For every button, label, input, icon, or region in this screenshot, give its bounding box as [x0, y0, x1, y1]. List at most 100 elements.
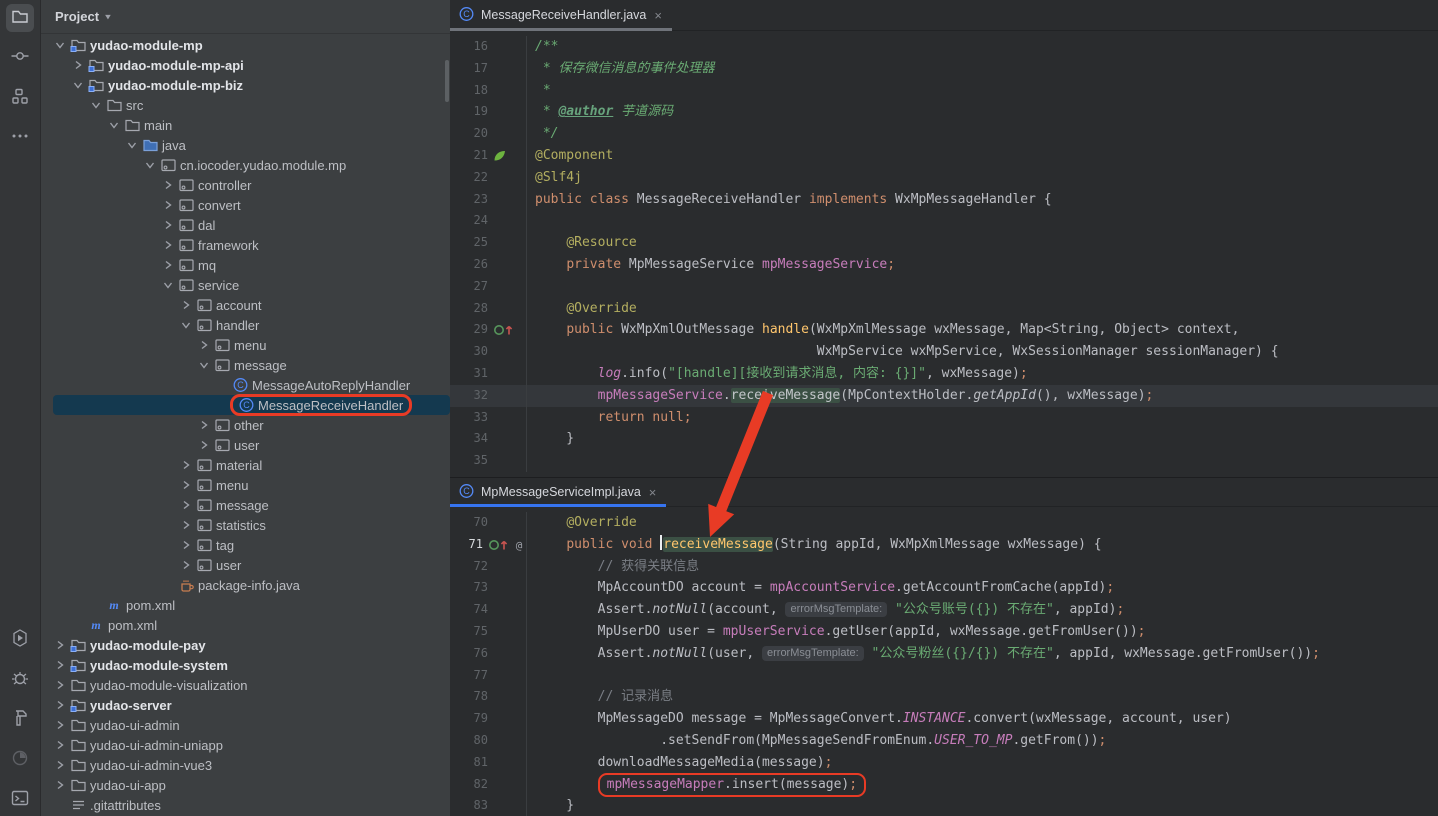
tree-item-src[interactable]: src [41, 95, 450, 115]
chevron-collapsed-icon[interactable] [51, 740, 68, 750]
code-line-29[interactable]: 29 public WxMpXmlOutMessage handle(WxMpX… [450, 319, 1438, 341]
tree-item-.gitattributes[interactable]: .gitattributes [41, 795, 450, 815]
tree-item-tag[interactable]: tag [41, 535, 450, 555]
chevron-collapsed-icon[interactable] [195, 340, 212, 350]
code-line-81[interactable]: 81 downloadMessageMedia(message); [450, 752, 1438, 774]
build-button[interactable] [6, 706, 34, 734]
chevron-collapsed-icon[interactable] [195, 420, 212, 430]
tree-item-service[interactable]: service [41, 275, 450, 295]
tree-item-main[interactable]: main [41, 115, 450, 135]
code-line-28[interactable]: 28 @Override [450, 298, 1438, 320]
more-tools-button[interactable] [6, 124, 34, 152]
close-icon[interactable]: × [654, 8, 662, 23]
chevron-collapsed-icon[interactable] [51, 700, 68, 710]
tree-item-yudao-module-pay[interactable]: yudao-module-pay [41, 635, 450, 655]
code-line-19[interactable]: 19 * @author 芋道源码 [450, 101, 1438, 123]
tree-item-yudao-module-mp-biz[interactable]: yudao-module-mp-biz [41, 75, 450, 95]
terminal-button[interactable] [6, 786, 34, 814]
code-line-18[interactable]: 18 * [450, 80, 1438, 102]
code-line-16[interactable]: 16/** [450, 36, 1438, 58]
spring-gutter-icon[interactable] [488, 148, 526, 163]
override-gutter-icon[interactable] [488, 322, 526, 338]
code-line-35[interactable]: 35 [450, 450, 1438, 472]
code-line-74[interactable]: 74 Assert.notNull(account, errorMsgTempl… [450, 599, 1438, 621]
chevron-collapsed-icon[interactable] [159, 180, 176, 190]
chevron-collapsed-icon[interactable] [51, 720, 68, 730]
code-line-78[interactable]: 78 // 记录消息 [450, 686, 1438, 708]
code-line-83[interactable]: 83 } [450, 795, 1438, 816]
tree-item-menu[interactable]: menu [41, 335, 450, 355]
code-line-79[interactable]: 79 MpMessageDO message = MpMessageConver… [450, 708, 1438, 730]
override-at-gutter-icon[interactable]: @ [483, 537, 526, 553]
tree-item-yudao-ui-admin-vue3[interactable]: yudao-ui-admin-vue3 [41, 755, 450, 775]
code-area[interactable]: 70 @Override71@ public void receiveMessa… [450, 507, 1438, 816]
chevron-collapsed-icon[interactable] [51, 640, 68, 650]
tree-item-yudao-ui-admin[interactable]: yudao-ui-admin [41, 715, 450, 735]
code-line-22[interactable]: 22@Slf4j [450, 167, 1438, 189]
code-line-27[interactable]: 27 [450, 276, 1438, 298]
code-line-17[interactable]: 17 * 保存微信消息的事件处理器 [450, 58, 1438, 80]
code-line-70[interactable]: 70 @Override [450, 512, 1438, 534]
code-line-32[interactable]: 32 mpMessageService.receiveMessage(MpCon… [450, 385, 1438, 407]
code-line-33[interactable]: 33 return null; [450, 407, 1438, 429]
tree-item-pom.xml[interactable]: mpom.xml [41, 595, 450, 615]
chevron-collapsed-icon[interactable] [159, 260, 176, 270]
code-line-21[interactable]: 21@Component [450, 145, 1438, 167]
code-line-82[interactable]: 82 mpMessageMapper.insert(message); [450, 774, 1438, 796]
code-line-31[interactable]: 31 log.info("[handle][接收到请求消息, 内容: {}]",… [450, 363, 1438, 385]
commit-tool-button[interactable] [6, 44, 34, 72]
tree-item-menu[interactable]: menu [41, 475, 450, 495]
code-line-77[interactable]: 77 [450, 665, 1438, 687]
code-line-24[interactable]: 24 [450, 210, 1438, 232]
tree-item-handler[interactable]: handler [41, 315, 450, 335]
code-line-71[interactable]: 71@ public void receiveMessage(String ap… [450, 534, 1438, 556]
tree-item-framework[interactable]: framework [41, 235, 450, 255]
profiler-button[interactable] [6, 746, 34, 774]
tree-item-mq[interactable]: mq [41, 255, 450, 275]
chevron-collapsed-icon[interactable] [177, 300, 194, 310]
chevron-expanded-icon[interactable] [105, 120, 122, 130]
chevron-collapsed-icon[interactable] [51, 660, 68, 670]
tree-item-MessageAutoReplyHandler[interactable]: CMessageAutoReplyHandler [41, 375, 450, 395]
chevron-collapsed-icon[interactable] [195, 440, 212, 450]
chevron-collapsed-icon[interactable] [177, 480, 194, 490]
project-tool-button[interactable] [6, 4, 34, 32]
tree-item-yudao-module-visualization[interactable]: yudao-module-visualization [41, 675, 450, 695]
code-line-20[interactable]: 20 */ [450, 123, 1438, 145]
chevron-collapsed-icon[interactable] [51, 780, 68, 790]
tree-item-statistics[interactable]: statistics [41, 515, 450, 535]
tree-item-dal[interactable]: dal [41, 215, 450, 235]
tree-item-message[interactable]: message [41, 495, 450, 515]
chevron-expanded-icon[interactable] [159, 280, 176, 290]
chevron-expanded-icon[interactable] [87, 100, 104, 110]
code-line-75[interactable]: 75 MpUserDO user = mpUserService.getUser… [450, 621, 1438, 643]
chevron-collapsed-icon[interactable] [177, 500, 194, 510]
code-line-73[interactable]: 73 MpAccountDO account = mpAccountServic… [450, 577, 1438, 599]
chevron-collapsed-icon[interactable] [177, 460, 194, 470]
code-area[interactable]: 16/**17 * 保存微信消息的事件处理器18 *19 * @author 芋… [450, 31, 1438, 472]
editor-tab-MpMessageServiceImpl.java[interactable]: CMpMessageServiceImpl.java× [450, 478, 666, 506]
tree-item-user[interactable]: user [41, 555, 450, 575]
tree-item-controller[interactable]: controller [41, 175, 450, 195]
chevron-collapsed-icon[interactable] [177, 540, 194, 550]
chevron-collapsed-icon[interactable] [159, 200, 176, 210]
chevron-expanded-icon[interactable] [195, 360, 212, 370]
chevron-expanded-icon[interactable] [177, 320, 194, 330]
chevron-collapsed-icon[interactable] [159, 240, 176, 250]
structure-tool-button[interactable] [6, 84, 34, 112]
debug-button[interactable] [6, 666, 34, 694]
project-panel-header[interactable]: Project ▾ [41, 0, 450, 34]
code-line-25[interactable]: 25 @Resource [450, 232, 1438, 254]
chevron-expanded-icon[interactable] [51, 40, 68, 50]
chevron-expanded-icon[interactable] [141, 160, 158, 170]
tree-item-java[interactable]: java [41, 135, 450, 155]
tree-item-material[interactable]: material [41, 455, 450, 475]
tree-item-account[interactable]: account [41, 295, 450, 315]
run-button[interactable] [6, 626, 34, 654]
tree-item-yudao-module-mp-api[interactable]: yudao-module-mp-api [41, 55, 450, 75]
tree-item-yudao-module-mp[interactable]: yudao-module-mp [41, 35, 450, 55]
tree-item-yudao-module-system[interactable]: yudao-module-system [41, 655, 450, 675]
chevron-collapsed-icon[interactable] [51, 680, 68, 690]
code-line-76[interactable]: 76 Assert.notNull(user, errorMsgTemplate… [450, 643, 1438, 665]
code-line-26[interactable]: 26 private MpMessageService mpMessageSer… [450, 254, 1438, 276]
